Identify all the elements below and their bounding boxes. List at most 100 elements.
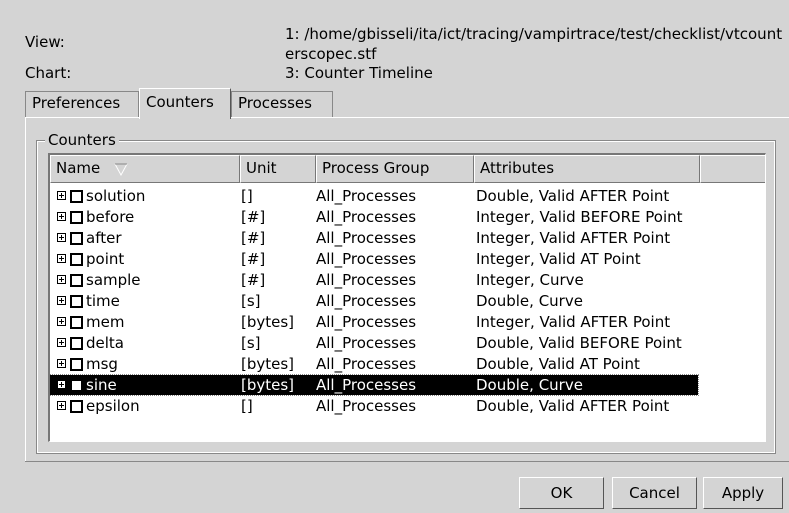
cell-attributes: Double, Curve <box>476 376 583 394</box>
column-header-unit[interactable]: Unit <box>240 155 316 183</box>
expand-icon[interactable] <box>57 380 66 389</box>
cell-unit: [#] <box>241 208 266 226</box>
row-checkbox[interactable] <box>70 232 83 245</box>
cell-attributes: Double, Valid AT Point <box>476 355 640 373</box>
column-header-process-group[interactable]: Process Group <box>316 155 474 183</box>
chart-label: Chart: <box>25 64 72 82</box>
expand-icon[interactable] <box>57 401 66 410</box>
table-row[interactable]: msg [bytes] All_Processes Double, Valid AT … <box>50 354 698 374</box>
cancel-button[interactable]: Cancel <box>612 477 697 509</box>
table-row[interactable]: sine [bytes] All_Processes Double, Curve <box>50 374 699 396</box>
cell-process-group: All_Processes <box>316 187 417 205</box>
cell-attributes: Double, Curve <box>476 292 583 310</box>
tab-processes-label: Processes <box>238 94 312 112</box>
table-row[interactable]: solution [] All_Processes Double, Valid AFT… <box>50 186 698 206</box>
cell-unit: [] <box>241 187 253 205</box>
column-header-process-group-label: Process Group <box>322 159 430 177</box>
row-checkbox[interactable] <box>70 358 83 371</box>
cell-process-group: All_Processes <box>316 355 417 373</box>
row-checkbox[interactable] <box>70 253 83 266</box>
panel-divider <box>25 461 789 462</box>
tab-processes[interactable]: Processes <box>231 91 333 117</box>
cell-name: epsilon <box>86 397 140 415</box>
tab-preferences[interactable]: Preferences <box>25 91 139 117</box>
row-checkbox[interactable] <box>70 274 83 287</box>
cell-process-group: All_Processes <box>316 271 417 289</box>
expand-icon[interactable] <box>57 212 66 221</box>
cell-name: sine <box>86 376 117 394</box>
cell-process-group: All_Processes <box>316 229 417 247</box>
row-checkbox[interactable] <box>70 316 83 329</box>
row-checkbox[interactable] <box>70 211 83 224</box>
table-row[interactable]: sample [#] All_Processes Integer, Curve <box>50 270 698 290</box>
group-title: Counters <box>45 131 119 149</box>
tab-preferences-label: Preferences <box>32 94 121 112</box>
cancel-button-label: Cancel <box>629 484 680 502</box>
cell-process-group: All_Processes <box>316 397 417 415</box>
apply-button[interactable]: Apply <box>703 477 783 509</box>
cell-unit: [bytes] <box>241 355 295 373</box>
column-header-name[interactable]: Name <box>50 155 240 183</box>
cell-process-group: All_Processes <box>316 334 417 352</box>
column-header-unit-label: Unit <box>246 159 277 177</box>
cell-attributes: Double, Valid BEFORE Point <box>476 334 682 352</box>
cell-attributes: Integer, Valid AT Point <box>476 250 641 268</box>
chart-value: 3: Counter Timeline <box>285 64 433 82</box>
row-checkbox[interactable] <box>70 295 83 308</box>
cell-unit: [#] <box>241 271 266 289</box>
view-label: View: <box>25 33 65 51</box>
cell-unit: [s] <box>241 334 261 352</box>
expand-icon[interactable] <box>57 254 66 263</box>
row-checkbox[interactable] <box>70 337 83 350</box>
cell-attributes: Integer, Curve <box>476 271 584 289</box>
row-checkbox[interactable] <box>70 379 83 392</box>
cell-process-group: All_Processes <box>316 376 417 394</box>
apply-button-label: Apply <box>721 484 765 502</box>
counters-list[interactable]: Name Unit Process Group Attributes solut… <box>48 153 766 442</box>
cell-unit: [s] <box>241 292 261 310</box>
expand-icon[interactable] <box>57 359 66 368</box>
ok-button[interactable]: OK <box>519 477 604 509</box>
cell-process-group: All_Processes <box>316 250 417 268</box>
column-header-attributes[interactable]: Attributes <box>474 155 700 183</box>
cell-unit: [bytes] <box>241 313 295 331</box>
expand-icon[interactable] <box>57 275 66 284</box>
row-checkbox[interactable] <box>70 400 83 413</box>
table-row[interactable]: mem [bytes] All_Processes Integer, Valid AF… <box>50 312 698 332</box>
tab-counters[interactable]: Counters <box>139 88 231 119</box>
expand-icon[interactable] <box>57 191 66 200</box>
cell-name: before <box>86 208 135 226</box>
row-checkbox[interactable] <box>70 190 83 203</box>
expand-icon[interactable] <box>57 296 66 305</box>
sort-descending-icon <box>114 163 128 176</box>
cell-process-group: All_Processes <box>316 313 417 331</box>
cell-unit: [bytes] <box>241 376 295 394</box>
column-header-filler <box>700 155 765 183</box>
cell-unit: [#] <box>241 250 266 268</box>
cell-name: after <box>86 229 122 247</box>
table-row[interactable]: delta [s] All_Processes Double, Valid BEFOR… <box>50 333 698 353</box>
cell-attributes: Integer, Valid AFTER Point <box>476 313 671 331</box>
cell-name: time <box>86 292 120 310</box>
table-row[interactable]: time [s] All_Processes Double, Curve <box>50 291 698 311</box>
cell-name: point <box>86 250 125 268</box>
table-row[interactable]: point [#] All_Processes Integer, Valid AT P… <box>50 249 698 269</box>
cell-attributes: Integer, Valid AFTER Point <box>476 229 671 247</box>
expand-icon[interactable] <box>57 233 66 242</box>
table-row[interactable]: after [#] All_Processes Integer, Valid AFTE… <box>50 228 698 248</box>
cell-process-group: All_Processes <box>316 208 417 226</box>
cell-name: sample <box>86 271 141 289</box>
cell-process-group: All_Processes <box>316 292 417 310</box>
cell-attributes: Double, Valid AFTER Point <box>476 187 670 205</box>
expand-icon[interactable] <box>57 317 66 326</box>
column-header-name-label: Name <box>56 159 101 177</box>
cell-unit: [] <box>241 397 253 415</box>
cell-name: msg <box>86 355 118 373</box>
cell-attributes: Integer, Valid BEFORE Point <box>476 208 683 226</box>
column-header-attributes-label: Attributes <box>480 159 555 177</box>
table-row[interactable]: epsilon [] All_Processes Double, Valid AFTE… <box>50 396 698 416</box>
expand-icon[interactable] <box>57 338 66 347</box>
table-row[interactable]: before [#] All_Processes Integer, Valid BEF… <box>50 207 698 227</box>
cell-name: solution <box>86 187 146 205</box>
cell-unit: [#] <box>241 229 266 247</box>
